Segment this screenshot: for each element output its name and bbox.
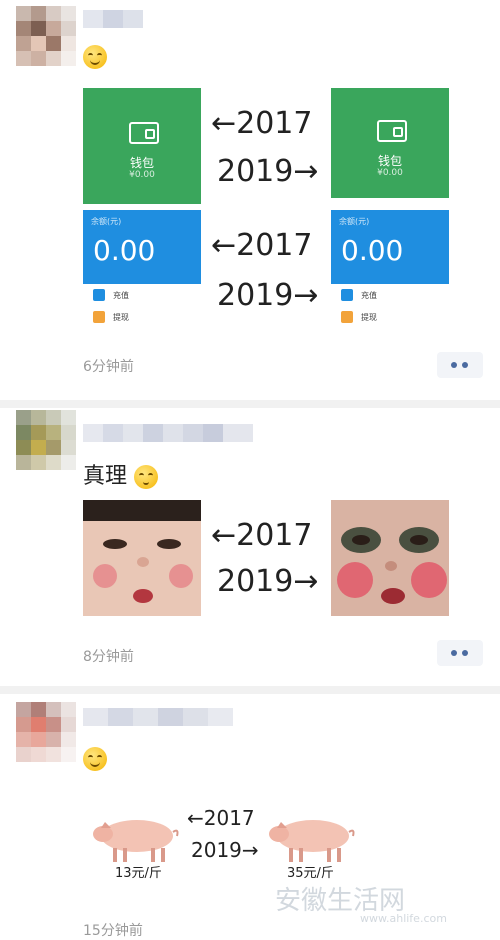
baby-face-left — [83, 500, 201, 616]
wallet-card-left: 钱包 ¥0.00 — [83, 88, 201, 204]
year-2017-label: ←2017 — [211, 518, 313, 553]
recharge-row-right: 充值 — [331, 284, 449, 306]
balance-value: 0.00 — [341, 234, 404, 267]
recharge-label: 充值 — [113, 291, 129, 300]
withdraw-icon — [341, 311, 353, 323]
post-image[interactable]: ←2017 2019→ — [83, 500, 449, 616]
balance-card-left: 余额(元) 0.00 — [83, 210, 201, 284]
year-2017-label: ←2017 — [187, 806, 255, 830]
post-time: 15分钟前 — [83, 923, 143, 939]
year-2019-label: 2019→ — [191, 838, 259, 862]
balance-label: 余额(元) — [339, 217, 370, 226]
withdraw-row-left: 提现 — [83, 308, 201, 326]
pig-left-icon — [93, 820, 179, 862]
year-2019-label: 2019→ — [217, 278, 319, 313]
year-2019-label: 2019→ — [217, 564, 319, 599]
price-label-right: 35元/斤 — [287, 866, 334, 881]
balance-label: 余额(元) — [91, 217, 122, 226]
wallet-label: 钱包 — [129, 156, 154, 170]
post-divider — [0, 686, 500, 694]
dot-icon — [462, 362, 468, 368]
baby-face-right — [331, 500, 449, 616]
baby-face-right-icon — [337, 527, 447, 604]
year-2017-label: ←2017 — [211, 106, 313, 141]
wallet-sub: ¥0.00 — [129, 170, 155, 180]
year-2017-label: ←2017 — [211, 228, 313, 263]
post-time: 8分钟前 — [83, 649, 134, 665]
recharge-label: 充值 — [361, 291, 377, 300]
avatar[interactable] — [16, 410, 76, 470]
wallet-sub: ¥0.00 — [377, 168, 403, 178]
dot-icon — [451, 650, 457, 656]
avatar[interactable] — [16, 702, 76, 762]
balance-card-right: 余额(元) 0.00 — [331, 210, 449, 284]
smile-emoji-icon — [83, 45, 107, 69]
post-image[interactable]: 钱包 ¥0.00 钱包 ¥0.00 ←2017 2019→ 余额(元) 0.00… — [83, 88, 449, 326]
dot-icon — [462, 650, 468, 656]
avatar[interactable] — [16, 6, 76, 66]
pig-right-icon — [269, 820, 355, 862]
wallet-card-right: 钱包 ¥0.00 — [331, 88, 449, 198]
price-label-left: 13元/斤 — [115, 866, 162, 881]
username-blurred[interactable] — [83, 424, 253, 442]
recharge-icon — [93, 289, 105, 301]
withdraw-label: 提现 — [361, 313, 377, 322]
year-2019-label: 2019→ — [217, 154, 319, 189]
post-caption — [83, 746, 107, 771]
post-time: 6分钟前 — [83, 359, 134, 375]
caption-text: 真理 — [83, 464, 128, 489]
recharge-row-left: 充值 — [83, 284, 201, 306]
wallet-icon — [129, 122, 159, 144]
username-blurred[interactable] — [83, 708, 233, 726]
more-button[interactable] — [437, 352, 483, 378]
watermark-url: www.ahlife.com — [360, 912, 447, 925]
post-caption: 真理 — [83, 458, 159, 490]
username-blurred[interactable] — [83, 10, 143, 28]
moment-post: 真理 ←2017 2019→ 8分钟前 — [0, 408, 500, 686]
withdraw-label: 提现 — [113, 313, 129, 322]
post-divider — [0, 400, 500, 408]
smile-emoji-icon — [83, 747, 107, 771]
dot-icon — [451, 362, 457, 368]
withdraw-icon — [93, 311, 105, 323]
blush-emoji-icon — [134, 465, 159, 489]
post-caption — [83, 44, 107, 69]
wallet-icon — [377, 120, 407, 142]
wallet-label: 钱包 — [377, 154, 402, 168]
post-image[interactable]: 13元/斤 ←2017 2019→ 35元/斤 — [83, 804, 363, 884]
recharge-icon — [341, 289, 353, 301]
more-button[interactable] — [437, 640, 483, 666]
balance-value: 0.00 — [93, 234, 156, 267]
baby-face-left-icon — [93, 539, 193, 603]
withdraw-row-right: 提现 — [331, 308, 449, 326]
moment-post: 钱包 ¥0.00 钱包 ¥0.00 ←2017 2019→ 余额(元) 0.00… — [0, 0, 500, 400]
moment-post: 13元/斤 ←2017 2019→ 35元/斤 15分钟前 — [0, 694, 500, 939]
